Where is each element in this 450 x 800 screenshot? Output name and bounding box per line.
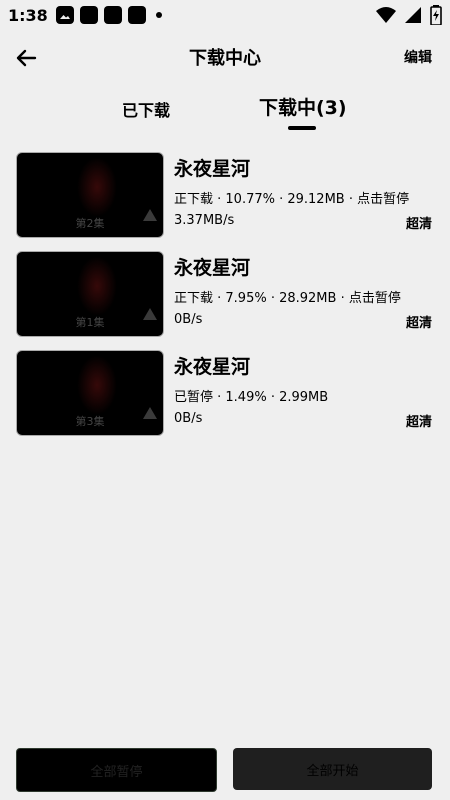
episode-label: 第3集 [75, 415, 105, 428]
notification-icons [56, 6, 162, 24]
episode-label: 第2集 [75, 217, 105, 230]
cell-signal-icon [405, 7, 421, 23]
app-header: 下载中心 编辑 [0, 36, 450, 80]
app-notification-icon [104, 6, 122, 24]
download-item[interactable]: 第3集 永夜星河 已暂停 · 1.49% · 2.99MB 0B/s 超清 [16, 350, 436, 436]
item-status[interactable]: 已暂停 · 1.49% · 2.99MB [174, 386, 328, 405]
start-all-button[interactable]: 全部开始 [233, 748, 432, 790]
item-title: 永夜星河 [174, 356, 251, 378]
item-speed: 0B/s [174, 411, 203, 426]
system-icons [376, 5, 442, 25]
app-notification-icon [80, 6, 98, 24]
pause-all-button[interactable]: 全部暂停 [16, 748, 217, 792]
edit-button[interactable]: 编辑 [404, 47, 432, 67]
episode-label: 第1集 [75, 316, 105, 329]
item-quality: 超清 [405, 415, 432, 430]
video-thumbnail[interactable]: 第3集 [16, 350, 164, 436]
item-quality: 超清 [405, 316, 432, 331]
download-item[interactable]: 第2集 永夜星河 正下载 · 10.77% · 29.12MB · 点击暂停 3… [16, 152, 436, 238]
status-time: 1:38 [8, 6, 48, 25]
video-thumbnail[interactable]: 第2集 [16, 152, 164, 238]
video-thumbnail[interactable]: 第1集 [16, 251, 164, 337]
app-notification-icon [128, 6, 146, 24]
more-notifications-icon [156, 12, 162, 18]
item-status[interactable]: 正下载 · 7.95% · 28.92MB · 点击暂停 [174, 287, 401, 306]
thumbnail-image [77, 355, 117, 415]
page-title: 下载中心 [189, 48, 261, 69]
item-speed: 0B/s [174, 312, 203, 327]
wifi-icon [376, 7, 396, 23]
item-title: 永夜星河 [174, 158, 251, 180]
thumbnail-image [77, 256, 117, 316]
item-speed: 3.37MB/s [174, 213, 235, 228]
status-bar: 1:38 [0, 0, 450, 32]
item-status[interactable]: 正下载 · 10.77% · 29.12MB · 点击暂停 [174, 188, 409, 207]
bottom-action-bar: 全部暂停 全部开始 [0, 748, 450, 792]
tab-downloading[interactable]: 下载中(3) [259, 93, 347, 120]
thumbnail-image [77, 157, 117, 217]
download-item[interactable]: 第1集 永夜星河 正下载 · 7.95% · 28.92MB · 点击暂停 0B… [16, 251, 436, 337]
item-title: 永夜星河 [174, 257, 251, 279]
item-quality: 超清 [405, 217, 432, 232]
battery-icon [430, 5, 442, 25]
tab-bar: 已下载 下载中(3) [0, 86, 450, 132]
tab-downloaded[interactable]: 已下载 [122, 97, 170, 121]
tab-active-indicator [288, 126, 316, 130]
image-notification-icon [56, 6, 74, 24]
